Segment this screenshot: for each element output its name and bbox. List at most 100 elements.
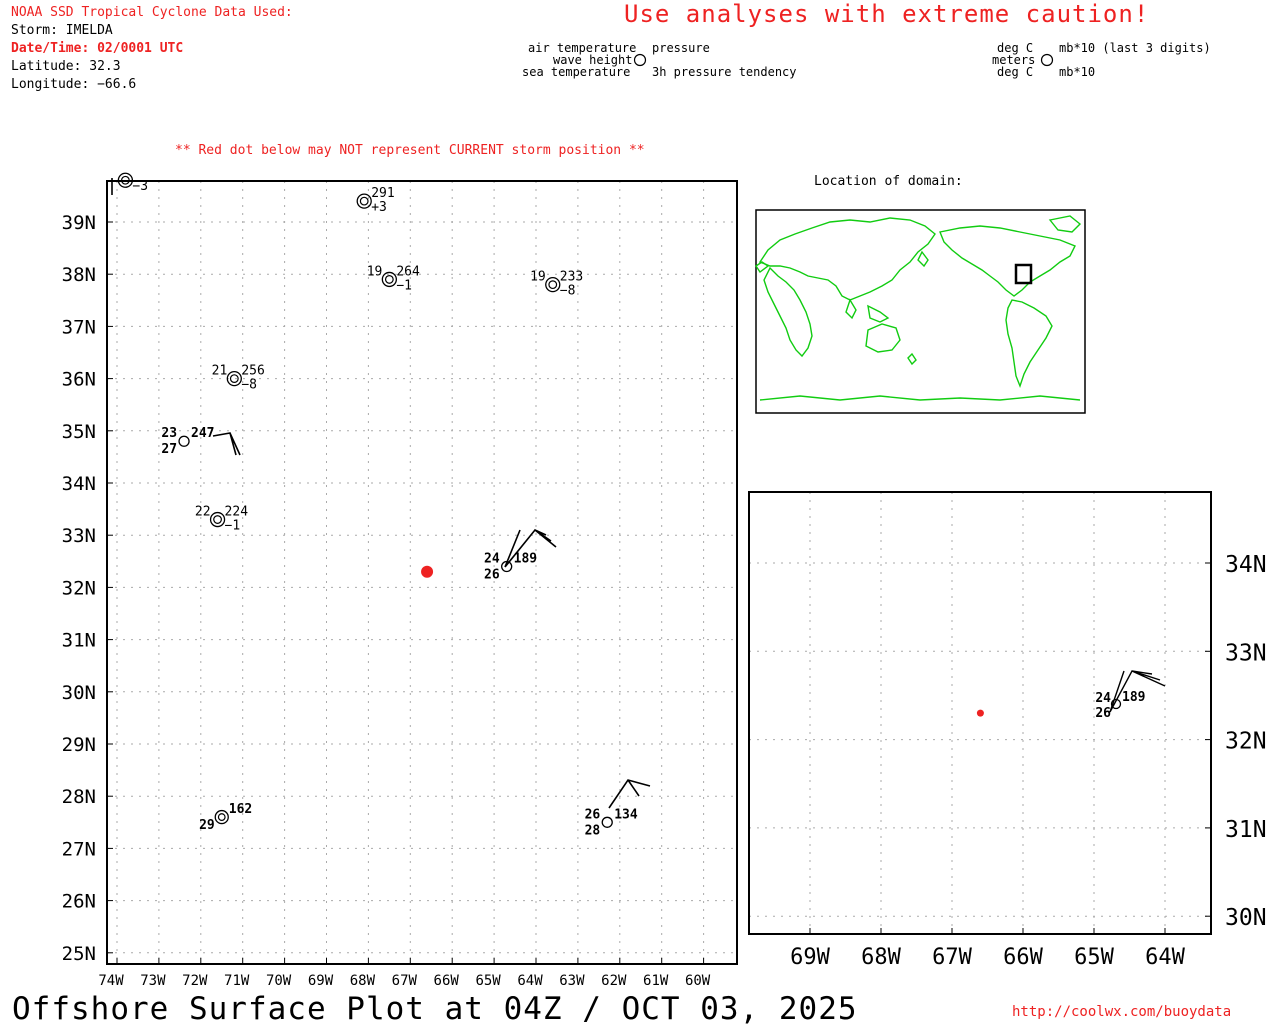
zoom-lat-label: 33N bbox=[1225, 640, 1267, 666]
main-lat-label: 25N bbox=[62, 943, 96, 965]
zoom-lat-label: 31N bbox=[1225, 817, 1267, 843]
zoom-lat-label: 32N bbox=[1225, 729, 1267, 755]
station-inner-circle bbox=[217, 813, 226, 821]
station-pressure: 256 bbox=[241, 364, 264, 379]
zoom-station-sea-temp: 26 bbox=[1095, 706, 1111, 721]
station-inner-circle bbox=[548, 280, 558, 290]
main-lon-label: 61W bbox=[643, 973, 669, 989]
main-lon-label: 62W bbox=[601, 973, 627, 989]
main-lon-label: 74W bbox=[98, 973, 124, 989]
inset-world-map bbox=[755, 209, 1086, 414]
main-lon-label: 70W bbox=[266, 973, 292, 989]
station-circle bbox=[545, 276, 561, 293]
main-lat-label: 36N bbox=[62, 369, 96, 391]
station-st-h: 162 29 bbox=[199, 802, 252, 833]
main-lat-label: 30N bbox=[62, 682, 96, 704]
main-lat-label: 26N bbox=[62, 891, 96, 913]
main-lon-label: 73W bbox=[140, 973, 166, 989]
station-circle bbox=[226, 370, 242, 387]
main-lat-label: 38N bbox=[62, 264, 96, 286]
station-tendency: −1 bbox=[396, 278, 412, 293]
main-lon-label: 65W bbox=[475, 973, 501, 989]
station-pressure: 233 bbox=[560, 270, 583, 285]
main-lat-label: 29N bbox=[62, 734, 96, 756]
station-pressure: 162 bbox=[229, 802, 252, 817]
main-lat-label: 32N bbox=[62, 577, 96, 599]
main-lat-labels: 39N 38N 37N 36N 35N 34N 33N 32N 31N 30N 29N 28N 27N 2… bbox=[62, 212, 113, 965]
zoom-station-pressure: 189 bbox=[1122, 690, 1145, 705]
main-stations: −3 291+3264−119 233−819256−8212472327224−1… bbox=[111, 172, 651, 838]
station-st-a: 291+3 bbox=[356, 186, 395, 215]
station-air-temp: 24 bbox=[484, 552, 500, 567]
station-sea-temp: 26 bbox=[484, 568, 500, 583]
main-lat-label: 35N bbox=[62, 421, 96, 443]
station-air-temp: 23 bbox=[161, 426, 177, 441]
station-air-temp: 22 bbox=[195, 505, 211, 520]
station-air-temp: 19 bbox=[367, 264, 383, 279]
station-air-temp: 26 bbox=[585, 807, 601, 822]
station-air-temp: 21 bbox=[212, 364, 228, 379]
main-lon-label: 71W bbox=[224, 973, 250, 989]
station-pressure: 291 bbox=[371, 186, 394, 201]
main-lon-label: 63W bbox=[559, 973, 585, 989]
main-lat-label: 31N bbox=[62, 630, 96, 652]
main-lat-label: 39N bbox=[62, 212, 96, 234]
main-lat-label: 27N bbox=[62, 838, 96, 860]
station-tendency: −3 bbox=[132, 179, 148, 194]
main-map: 39N 38N 37N 36N 35N 34N 33N 32N 31N 30N 29N 28N 27N 2… bbox=[62, 172, 738, 989]
main-lon-label: 72W bbox=[182, 973, 208, 989]
station-circle bbox=[381, 271, 398, 288]
station-pressure: 189 bbox=[514, 552, 537, 567]
station-st-f: 224−1 22 bbox=[195, 505, 248, 534]
station-st-topleft: −3 bbox=[111, 172, 148, 195]
station-inner-circle bbox=[213, 515, 222, 524]
station-tendency: −1 bbox=[225, 519, 241, 534]
main-lon-label: 68W bbox=[350, 973, 376, 989]
station-circle bbox=[214, 809, 229, 825]
station-st-g: 189 2426 bbox=[484, 528, 557, 583]
legend-units-circle bbox=[1040, 53, 1054, 67]
station-pressure: 224 bbox=[225, 505, 249, 520]
station-circle bbox=[356, 193, 372, 209]
station-st-i: 134 2628 bbox=[585, 779, 651, 838]
zoom-map: 34N 33N 32N 31N 30N 69W 68W 67W 66W 65W 64W 189 24… bbox=[748, 491, 1267, 970]
main-lon-labels: 74W 73W 72W 71W 70W 69W 68W 67W 66W 65W 64W 63W 62W 6… bbox=[98, 958, 711, 989]
station-sea-temp: 29 bbox=[199, 818, 215, 833]
station-tendency: −8 bbox=[560, 284, 576, 299]
main-lat-label: 37N bbox=[62, 316, 96, 338]
station-pressure: 264 bbox=[396, 264, 420, 279]
station-inner-circle bbox=[384, 275, 394, 284]
storm-position-marker bbox=[421, 565, 434, 578]
main-lon-label: 69W bbox=[308, 973, 334, 989]
station-st-b: 264−1 19 bbox=[367, 264, 420, 293]
zoom-lat-labels: 34N 33N 32N 31N 30N bbox=[1205, 552, 1267, 931]
main-lon-label: 64W bbox=[517, 973, 543, 989]
main-lat-label: 28N bbox=[62, 786, 96, 808]
station-air-temp: 19 bbox=[530, 270, 546, 285]
station-circle bbox=[178, 435, 190, 447]
main-lon-label: 66W bbox=[434, 973, 460, 989]
station-circle bbox=[209, 511, 226, 528]
station-tendency: +3 bbox=[371, 200, 387, 215]
wind-barb bbox=[212, 432, 241, 456]
main-lon-label: 67W bbox=[392, 973, 418, 989]
station-tendency: −8 bbox=[241, 378, 257, 393]
station-st-d: 256−8 21 bbox=[212, 364, 265, 393]
zoom-lon-label: 67W bbox=[932, 945, 972, 970]
zoom-station-air-temp: 24 bbox=[1095, 691, 1111, 706]
zoom-lat-label: 34N bbox=[1225, 552, 1267, 578]
station-pressure: 247 bbox=[191, 426, 214, 441]
zoom-lon-label: 64W bbox=[1145, 945, 1185, 970]
zoom-lon-label: 68W bbox=[861, 945, 901, 970]
zoom-storm-position-marker bbox=[976, 709, 984, 717]
station-sea-temp: 28 bbox=[585, 823, 601, 838]
zoom-lon-label: 69W bbox=[790, 945, 830, 970]
zoom-lon-label: 65W bbox=[1074, 945, 1114, 970]
station-sea-temp: 27 bbox=[161, 442, 177, 457]
station-inner-circle bbox=[359, 196, 369, 206]
station-circle bbox=[601, 816, 613, 828]
zoom-lat-label: 30N bbox=[1225, 905, 1267, 931]
wind-barb bbox=[608, 779, 651, 809]
map-canvas: 39N 38N 37N 36N 35N 34N 33N 32N 31N 30N 29N 28N 27N 2… bbox=[62, 53, 1267, 989]
zoom-station: 189 2426 bbox=[1095, 670, 1166, 721]
